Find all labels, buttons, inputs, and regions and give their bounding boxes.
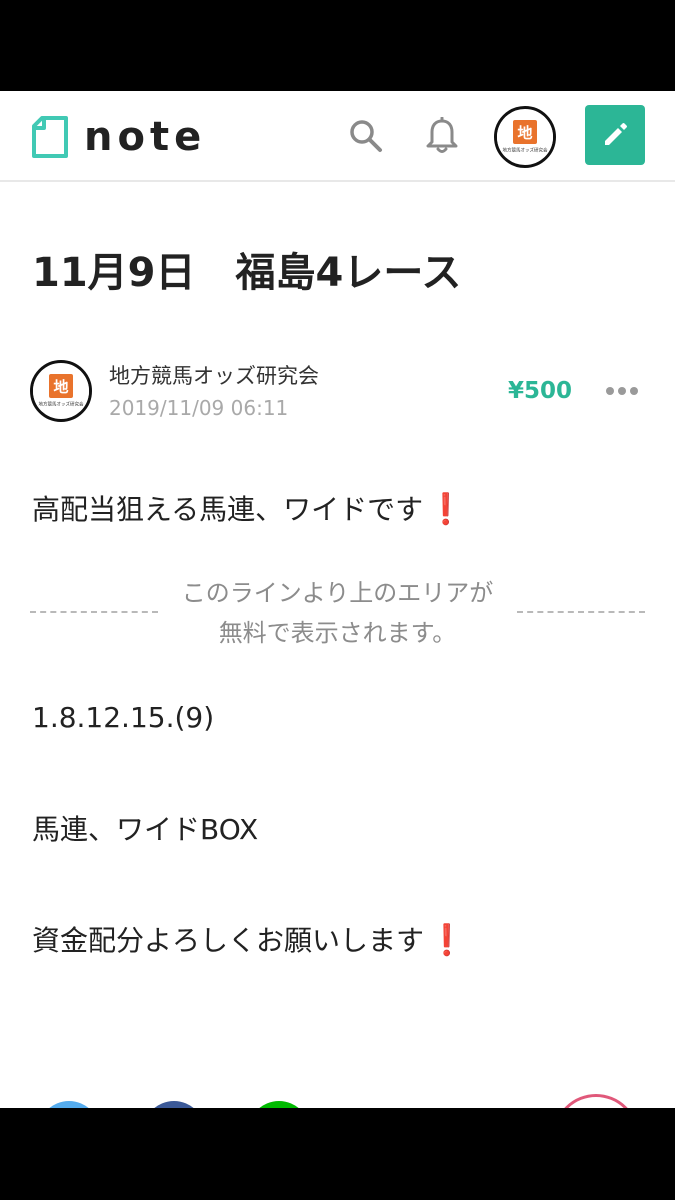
note-logo[interactable]: note [30,115,206,159]
share-twitter-button[interactable] [38,1101,100,1108]
notifications-button[interactable] [420,114,464,158]
edit-post-button[interactable] [585,105,645,165]
author-avatar[interactable]: 地 地方競馬オッズ研究会 [30,360,92,422]
note-logo-icon [32,116,68,158]
avatar-badge: 地 [513,120,537,144]
exclamation-icon: ❗ [427,492,465,527]
paywall-notice-line2: 無料で表示されます。 [218,619,457,647]
post-date: 2019/11/09 06:11 [109,396,289,420]
top-header: note 地 地方競馬オッズ研究会 [0,91,675,182]
user-avatar[interactable]: 地 地方競馬オッズ研究会 [494,106,556,168]
paywall-divider-right [517,611,645,613]
pencil-icon [605,123,627,145]
like-button[interactable] [553,1094,639,1108]
exclamation-icon: ❗ [428,923,466,958]
phone-screen: note 地 地方競馬オッズ研究会 11月9日 福島4レース 地 地方競馬オッズ… [0,0,675,1200]
share-facebook-button[interactable] [143,1101,205,1108]
author-avatar-caption: 地方競馬オッズ研究会 [38,401,84,407]
article-price: ¥500 [507,378,572,404]
bet-type-paragraph: 馬連、ワイドBOX [32,813,259,846]
author-avatar-badge: 地 [49,374,73,398]
paywall-notice: このラインより上のエリアが 無料で表示されます。 [160,573,515,653]
intro-text: 高配当狙える馬連、ワイドです [32,493,424,526]
note-article-page: note 地 地方競馬オッズ研究会 11月9日 福島4レース 地 地方競馬オッズ… [0,91,675,1108]
more-options-button[interactable] [600,374,644,408]
author-name[interactable]: 地方競馬オッズ研究会 [109,362,319,390]
intro-paragraph: 高配当狙える馬連、ワイドです ❗ [32,490,465,530]
bell-icon [426,117,458,153]
closing-text: 資金配分よろしくお願いします [32,924,425,957]
article-title: 11月9日 福島4レース [32,250,462,296]
share-line-button[interactable] [248,1101,310,1108]
paywall-divider-left [30,611,158,613]
more-dots-icon [606,387,638,395]
closing-paragraph: 資金配分よろしくお願いします ❗ [32,921,465,961]
search-button[interactable] [344,114,388,158]
avatar-caption: 地方競馬オッズ研究会 [502,147,548,153]
numbers-paragraph: 1.8.12.15.(9) [32,701,215,734]
search-icon [350,120,382,152]
logo-text: note [84,114,207,160]
paywall-notice-line1: このラインより上のエリアが [181,579,494,607]
